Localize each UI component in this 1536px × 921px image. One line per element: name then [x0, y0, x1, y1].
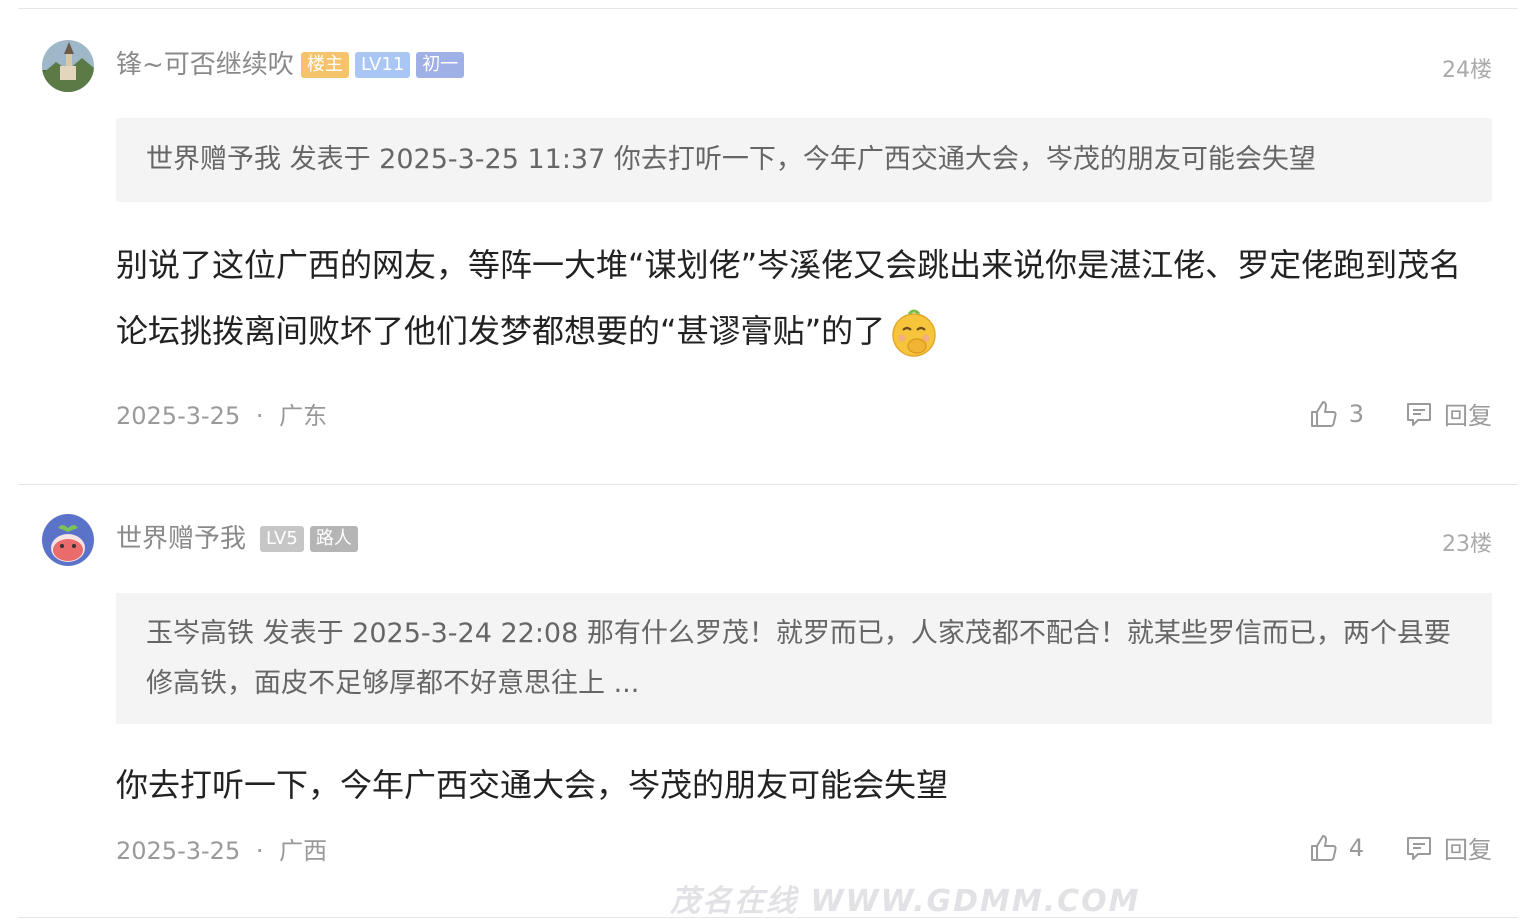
username[interactable]: 世界赠予我 [116, 524, 246, 554]
post-actions: 4 回复 [1309, 830, 1492, 865]
quoted-post: 玉岑高铁 发表于 2025-3-24 22:08 那有什么罗茂！就罗而已，人家茂… [116, 593, 1492, 724]
post-content: 别说了这位广西的网友，等阵一大堆“谋划佬”岑溪佬又会跳出来说你是湛江佬、罗定佬跑… [116, 232, 1492, 364]
post-location: 广东 [279, 402, 328, 430]
avatar[interactable] [42, 40, 94, 92]
meta-separator: · [255, 837, 264, 865]
avatar[interactable] [42, 514, 94, 566]
badge-rank: 初一 [416, 52, 465, 78]
post-location: 广西 [279, 837, 328, 865]
reply-button[interactable]: 回复 [1404, 830, 1492, 865]
username[interactable]: 锋~可否继续吹 [116, 50, 294, 80]
comment-icon [1407, 402, 1431, 426]
content-text: 别说了这位广西的网友，等阵一大堆“谋划佬”岑溪佬又会跳出来说你是湛江佬、罗定佬跑… [116, 246, 1462, 350]
post-content: 你去打听一下，今年广西交通大会，岑茂的朋友可能会失望 [116, 752, 1492, 818]
badge-level: LV11 [355, 52, 411, 78]
shushing-face-emoji [892, 309, 936, 357]
comment-icon [1407, 836, 1431, 860]
quoted-post: 世界赠予我 发表于 2025-3-25 11:37 你去打听一下，今年广西交通大… [116, 118, 1492, 202]
like-count: 4 [1348, 833, 1364, 862]
site-watermark: 茂名在线 WWW.GDMM.COM [670, 884, 1141, 919]
thumbs-up-icon [1310, 834, 1337, 861]
post-actions: 3 回复 [1309, 396, 1492, 431]
user-badges: 楼主 LV11 初一 [301, 52, 465, 78]
floor-number: 24楼 [1442, 58, 1492, 83]
post-divider [18, 484, 1518, 485]
quote-text: 世界赠予我 发表于 2025-3-25 11:37 你去打听一下，今年广西交通大… [146, 144, 1316, 175]
badge-rank: 路人 [309, 526, 358, 552]
badge-level: LV5 [260, 526, 304, 552]
quote-text: 玉岑高铁 发表于 2025-3-24 22:08 那有什么罗茂！就罗而已，人家茂… [146, 618, 1451, 699]
like-count: 3 [1348, 399, 1364, 428]
user-badges: LV5 路人 [260, 526, 358, 552]
post-date: 2025-3-25 [116, 402, 241, 430]
post-date: 2025-3-25 [116, 837, 241, 865]
post-meta: 2025-3-25 · 广东 [116, 396, 327, 431]
top-divider [18, 8, 1518, 9]
post-meta: 2025-3-25 · 广西 [116, 831, 327, 866]
reply-button[interactable]: 回复 [1404, 396, 1492, 431]
thumbs-up-icon [1310, 400, 1337, 427]
like-button[interactable]: 4 [1309, 833, 1364, 863]
reply-label: 回复 [1444, 836, 1492, 864]
badge-op: 楼主 [301, 52, 349, 78]
floor-number: 23楼 [1442, 532, 1492, 557]
content-text: 你去打听一下，今年广西交通大会，岑茂的朋友可能会失望 [116, 766, 949, 804]
like-button[interactable]: 3 [1309, 399, 1364, 429]
meta-separator: · [255, 402, 264, 430]
reply-label: 回复 [1444, 402, 1492, 430]
